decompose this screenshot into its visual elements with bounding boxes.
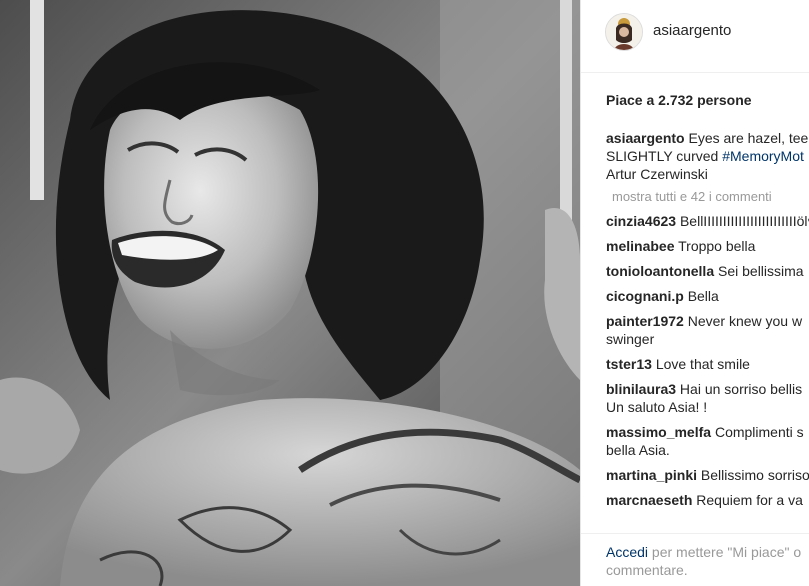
post-caption: asiaargento Eyes are hazel, tee SLIGHTLY… [606,129,809,183]
caption-text-1: Eyes are hazel, tee [688,130,809,146]
caption-hashtag[interactable]: #MemoryMot [722,148,804,164]
comment-text: Sei bellissima [718,263,804,279]
comment-username[interactable]: painter1972 [606,313,684,329]
comment-username[interactable]: cicognani.p [606,288,684,304]
comment-text: Love that smile [655,356,750,372]
comment-text: Never knew you w [687,313,803,329]
comment-item: marcnaeseth Requiem for a va [606,491,809,509]
comment-username[interactable]: cinzia4623 [606,213,676,229]
login-prompt: Accedi per mettere "Mi piace" o commenta… [606,543,809,579]
comment-text: BellIIIIIIIIIIIIIIIIIIIIIIIIöl♥ [679,213,809,229]
comments-fade [581,516,809,534]
likes-count[interactable]: Piace a 2.732 persone [606,92,752,108]
comments-list: asiaargento Eyes are hazel, tee SLIGHTLY… [606,129,809,516]
comment-username[interactable]: blinilaura3 [606,381,676,397]
comment-item: painter1972 Never knew you w swinger [606,312,809,348]
comment-item: blinilaura3 Hai un sorriso bellis Un sal… [606,380,809,416]
comment-item: cicognani.p Bella [606,287,809,305]
comment-text: Complimenti s [714,424,804,440]
comment-text: Hai un sorriso bellis [679,381,803,397]
post-username[interactable]: asiaargento [653,22,731,39]
post-header: asiaargento [581,0,809,73]
post-photo[interactable] [0,0,580,586]
comment-username[interactable]: marcnaeseth [606,492,692,508]
comment-text: Troppo bella [678,238,756,254]
comment-item: massimo_melfa Complimenti s bella Asia. [606,423,809,459]
post-sidebar: asiaargento Piace a 2.732 persone asiaar… [581,0,809,586]
login-prompt-text-cont: commentare. [606,562,688,578]
comment-text-cont: Un saluto Asia! ! [606,399,708,415]
login-link[interactable]: Accedi [606,544,648,560]
login-prompt-text: per mettere "Mi piace" o [648,544,802,560]
comment-username[interactable]: martina_pinki [606,467,697,483]
user-avatar[interactable] [605,13,643,51]
photo-image [0,0,580,586]
post-footer: Accedi per mettere "Mi piace" o commenta… [581,533,809,586]
comment-text: Bella [687,288,719,304]
comment-username[interactable]: melinabee [606,238,674,254]
comment-text: Bellissimo sorriso [700,467,809,483]
comment-username[interactable]: massimo_melfa [606,424,711,440]
avatar-image [606,14,642,50]
comment-text: Requiem for a va [696,492,803,508]
show-all-comments-link[interactable]: mostra tutti e 42 i commenti [612,188,809,206]
comment-item: tster13 Love that smile [606,355,809,373]
comment-item: martina_pinki Bellissimo sorriso [606,466,809,484]
comment-username[interactable]: tster13 [606,356,652,372]
comment-username[interactable]: tonioloantonella [606,263,714,279]
comment-text-cont: bella Asia. [606,442,670,458]
caption-username[interactable]: asiaargento [606,130,685,146]
comment-item: tonioloantonella Sei bellissima [606,262,809,280]
comment-text-cont: swinger [606,331,655,347]
caption-text-3: Artur Czerwinski [606,166,708,182]
caption-text-2: SLIGHTLY curved [606,148,723,164]
comment-item: melinabee Troppo bella [606,237,809,255]
comment-item: cinzia4623 BellIIIIIIIIIIIIIIIIIIIIIIIIö… [606,212,809,230]
